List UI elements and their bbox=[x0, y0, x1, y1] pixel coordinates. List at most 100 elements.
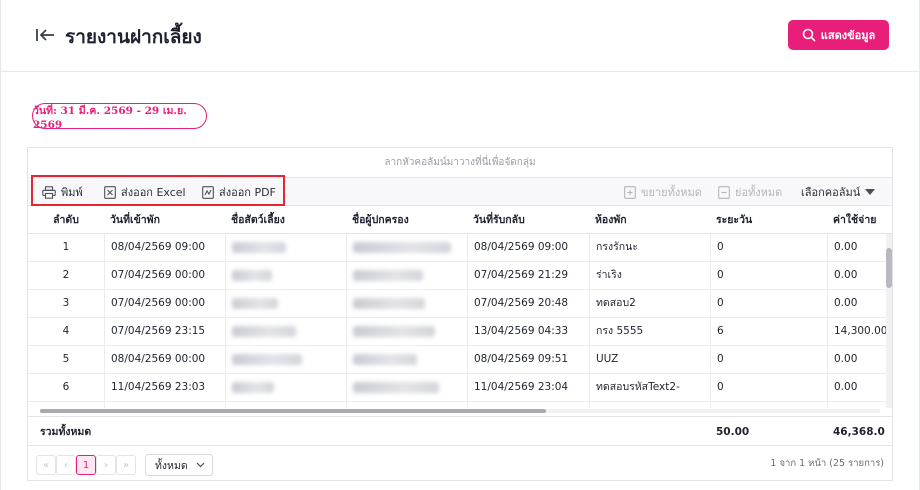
cell-cost: 14,300.00 bbox=[827, 318, 886, 345]
cell-room: กรงรักนะ bbox=[589, 234, 710, 261]
column-header[interactable]: ระยะวัน bbox=[710, 206, 827, 234]
cell-days: 0 bbox=[710, 234, 827, 261]
expand-icon bbox=[624, 185, 636, 199]
first-page-button[interactable]: « bbox=[36, 455, 56, 475]
cell-checkin: 07/04/2569 23:15 bbox=[104, 318, 225, 345]
print-label: พิมพ์ bbox=[61, 186, 83, 199]
data-grid: ลากหัวคอลัมน์มาวางที่นี่เพื่อจัดกลุ่ม พิ… bbox=[27, 147, 893, 481]
cell-days: 0 bbox=[710, 290, 827, 317]
date-range-chip[interactable]: วันที่: 31 มี.ค. 2569 - 29 เม.ย. 2569 bbox=[32, 103, 207, 131]
column-header[interactable]: ห้องพัก bbox=[589, 206, 710, 234]
back-icon[interactable] bbox=[35, 26, 57, 44]
column-header[interactable]: วันที่รับกลับ bbox=[467, 206, 589, 234]
cell-pet bbox=[225, 402, 346, 408]
cell-days: 0 bbox=[710, 374, 827, 401]
totals-row: รวมทั้งหมด 50.00 46,368.0 bbox=[28, 416, 892, 446]
redacted-text bbox=[232, 242, 286, 253]
total-cost: 46,368.0 bbox=[833, 426, 885, 438]
next-page-button[interactable]: › bbox=[96, 455, 116, 475]
cell-checkin: 07/04/2569 00:00 bbox=[104, 262, 225, 289]
pager-info: 1 จาก 1 หน้า (25 รายการ) bbox=[770, 458, 884, 469]
cell-checkout: 07/04/2569 20:48 bbox=[467, 290, 589, 317]
cell-pet bbox=[225, 290, 346, 317]
cell-checkin: 11/04/2569 23:03 bbox=[104, 374, 225, 401]
print-button[interactable]: พิมพ์ bbox=[42, 184, 83, 200]
cell-room: ร่าเริง bbox=[589, 262, 710, 289]
page: รายงานฝากเลี้ยง แสดงข้อมูล วันที่: 31 มี… bbox=[0, 0, 920, 490]
horizontal-scrollbar[interactable] bbox=[40, 409, 880, 413]
cell-days: 0 bbox=[710, 346, 827, 373]
redacted-text bbox=[353, 298, 425, 309]
column-header[interactable]: วันที่เข้าพัก bbox=[104, 206, 225, 234]
expand-all-button[interactable]: ขยายทั้งหมด bbox=[624, 184, 702, 200]
table-row[interactable]: 6 11/04/2569 23:03 11/04/2569 23:04 ทดสอบรห… bbox=[28, 374, 886, 402]
redacted-text bbox=[232, 382, 274, 393]
cell-room: ทดสอบ2 bbox=[589, 290, 710, 317]
page-title: รายงานฝากเลี้ยง bbox=[65, 26, 202, 48]
cell-owner bbox=[346, 318, 467, 345]
pdf-file-icon bbox=[202, 185, 214, 199]
show-data-label: แสดงข้อมูล bbox=[820, 29, 876, 42]
column-header[interactable]: ชื่อผู้ปกครอง bbox=[346, 206, 467, 234]
total-days: 50.00 bbox=[716, 426, 750, 438]
table-row[interactable]: 3 07/04/2569 00:00 07/04/2569 20:48 ทดสอบ2 0… bbox=[28, 290, 886, 318]
cell-no: 6 bbox=[62, 381, 70, 393]
column-header[interactable]: ลำดับ bbox=[28, 206, 104, 234]
group-panel[interactable]: ลากหัวคอลัมน์มาวางที่นี่เพื่อจัดกลุ่ม bbox=[28, 148, 892, 178]
show-data-button[interactable]: แสดงข้อมูล bbox=[788, 20, 889, 50]
collapse-all-button[interactable]: ย่อทั้งหมด bbox=[718, 184, 782, 200]
export-excel-button[interactable]: ส่งออก Excel bbox=[104, 184, 186, 200]
page-header: รายงานฝากเลี้ยง แสดงข้อมูล bbox=[1, 0, 920, 72]
export-pdf-button[interactable]: ส่งออก PDF bbox=[202, 184, 276, 200]
table-row[interactable]: 1 08/04/2569 09:00 08/04/2569 09:00 กรงรักน… bbox=[28, 234, 886, 262]
cell-checkin: 07/04/2569 00:00 bbox=[104, 290, 225, 317]
totals-label: รวมทั้งหมด bbox=[40, 426, 92, 438]
cell-checkout: 13/04/2569 04:33 bbox=[467, 318, 589, 345]
table-row[interactable]: 5 08/04/2569 00:00 08/04/2569 09:51 UUZ 0 0.0… bbox=[28, 346, 886, 374]
cell-pet bbox=[225, 318, 346, 345]
vertical-scroll-thumb[interactable] bbox=[886, 248, 892, 288]
redacted-text bbox=[353, 242, 451, 253]
cell-checkout: 08/04/2569 09:00 bbox=[467, 234, 589, 261]
column-header[interactable]: ค่าใช้จ่าย bbox=[827, 206, 886, 234]
redacted-text bbox=[232, 326, 296, 337]
collapse-all-label: ย่อทั้งหมด bbox=[735, 186, 783, 199]
table-row[interactable] bbox=[28, 402, 886, 408]
cell-owner bbox=[346, 290, 467, 317]
prev-page-button[interactable]: ‹ bbox=[56, 455, 76, 475]
redacted-text bbox=[353, 382, 439, 393]
column-chooser-button[interactable]: เลือกคอลัมน์ bbox=[801, 184, 876, 200]
last-page-button[interactable]: » bbox=[116, 455, 136, 475]
cell-room: ทดสอบรหัสText2- bbox=[589, 374, 710, 401]
cell-owner bbox=[346, 346, 467, 373]
redacted-text bbox=[353, 270, 423, 281]
collapse-icon bbox=[718, 185, 730, 199]
export-excel-label: ส่งออก Excel bbox=[121, 186, 186, 199]
cell-days: 6 bbox=[710, 318, 827, 345]
table-row[interactable]: 4 07/04/2569 23:15 13/04/2569 04:33 กรง 555… bbox=[28, 318, 886, 346]
excel-file-icon bbox=[104, 185, 116, 199]
cell-cost: 0.00 bbox=[827, 262, 886, 289]
expand-all-label: ขยายทั้งหมด bbox=[641, 186, 702, 199]
cell-no: 4 bbox=[62, 325, 70, 337]
cell-cost bbox=[827, 402, 886, 408]
cell-pet bbox=[225, 234, 346, 261]
page-size-select[interactable]: ทั้งหมด bbox=[145, 454, 213, 476]
column-header[interactable]: ชื่อสัตว์เลี้ยง bbox=[225, 206, 346, 234]
cell-owner bbox=[346, 234, 467, 261]
printer-icon bbox=[42, 185, 56, 199]
cell-no: 5 bbox=[62, 353, 70, 365]
cell-checkin: 08/04/2569 00:00 bbox=[104, 346, 225, 373]
horizontal-scroll-thumb[interactable] bbox=[40, 409, 546, 413]
column-chooser-label: เลือกคอลัมน์ bbox=[801, 186, 861, 199]
cell-days: 0 bbox=[710, 262, 827, 289]
cell-no: 2 bbox=[62, 269, 70, 281]
page-button-current[interactable]: 1 bbox=[76, 455, 96, 475]
grid-toolbar: พิมพ์ ส่งออก Excel ส่งออก PDF ขยายทั้งหม… bbox=[28, 178, 892, 206]
cell-room: UUZ bbox=[589, 346, 710, 373]
export-pdf-label: ส่งออก PDF bbox=[219, 186, 276, 199]
table-row[interactable]: 2 07/04/2569 00:00 07/04/2569 21:29 ร่าเริง… bbox=[28, 262, 886, 290]
vertical-scrollbar[interactable] bbox=[886, 234, 892, 408]
cell-pet bbox=[225, 346, 346, 373]
caret-down-icon bbox=[865, 189, 876, 195]
